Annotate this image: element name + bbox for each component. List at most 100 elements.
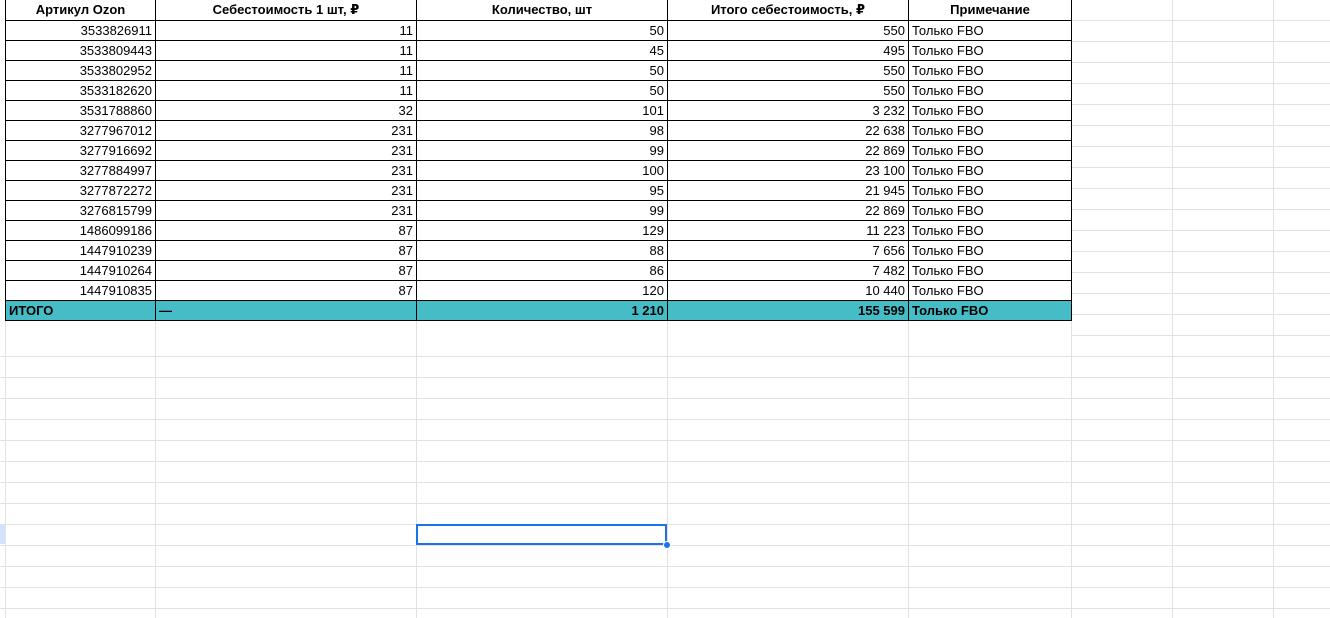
total-cost-cell[interactable]: 550 [667,19,909,41]
unit-cost-cell[interactable]: 87 [155,219,417,241]
note-cell[interactable]: Только FBO [908,119,1072,141]
table-row: 1486099186 87 129 11 223 Только FBO [5,219,1072,241]
article-cell[interactable]: 3277884997 [5,159,156,181]
gridline [0,503,1330,504]
unit-cost-cell[interactable]: 231 [155,119,417,141]
spreadsheet-grid[interactable]: Артикул Ozon Себестоимость 1 шт, ₽ Колич… [0,0,1330,618]
column-header-unit-cost[interactable]: Себестоимость 1 шт, ₽ [155,0,417,21]
column-header-quantity[interactable]: Количество, шт [416,0,668,21]
note-cell[interactable]: Только FBO [908,199,1072,221]
note-cell[interactable]: Только FBO [908,59,1072,81]
quantity-cell[interactable]: 95 [416,179,668,201]
column-header-note[interactable]: Примечание [908,0,1072,21]
table-row: 1447910835 87 120 10 440 Только FBO [5,279,1072,301]
quantity-cell[interactable]: 45 [416,39,668,61]
active-cell-selection[interactable] [416,524,667,545]
unit-cost-cell[interactable]: 87 [155,259,417,281]
article-cell[interactable]: 3533802952 [5,59,156,81]
total-cost-sum-cell[interactable]: 155 599 [667,299,909,321]
article-cell[interactable]: 3531788860 [5,99,156,121]
article-cell[interactable]: 3533809443 [5,39,156,61]
total-cost-cell[interactable]: 22 869 [667,139,909,161]
note-cell[interactable]: Только FBO [908,139,1072,161]
note-cell[interactable]: Только FBO [908,179,1072,201]
total-cost-cell[interactable]: 22 869 [667,199,909,221]
table-row: 3533182620 11 50 550 Только FBO [5,79,1072,101]
total-cost-cell[interactable]: 7 656 [667,239,909,261]
note-cell[interactable]: Только FBO [908,219,1072,241]
total-cost-cell[interactable]: 11 223 [667,219,909,241]
quantity-cell[interactable]: 50 [416,59,668,81]
table-row: 3277884997 231 100 23 100 Только FBO [5,159,1072,181]
gridline [1071,335,1330,336]
unit-cost-cell[interactable]: 32 [155,99,417,121]
total-cost-cell[interactable]: 495 [667,39,909,61]
quantity-cell[interactable]: 50 [416,79,668,101]
quantity-cell[interactable]: 88 [416,239,668,261]
unit-cost-cell[interactable]: 11 [155,39,417,61]
article-cell[interactable]: 3277967012 [5,119,156,141]
article-cell[interactable]: 3277916692 [5,139,156,161]
column-header-total-cost[interactable]: Итого себестоимость, ₽ [667,0,909,21]
total-label-cell[interactable]: ИТОГО [5,299,156,321]
note-cell[interactable]: Только FBO [908,159,1072,181]
quantity-cell[interactable]: 98 [416,119,668,141]
total-cost-cell[interactable]: 550 [667,59,909,81]
gridline [0,461,1330,462]
quantity-cell[interactable]: 99 [416,139,668,161]
note-cell[interactable]: Только FBO [908,39,1072,61]
note-cell[interactable]: Только FBO [908,99,1072,121]
note-cell[interactable]: Только FBO [908,279,1072,301]
total-cost-cell[interactable]: 21 945 [667,179,909,201]
total-quantity-cell[interactable]: 1 210 [416,299,668,321]
quantity-cell[interactable]: 100 [416,159,668,181]
quantity-cell[interactable]: 86 [416,259,668,281]
article-cell[interactable]: 3276815799 [5,199,156,221]
unit-cost-cell[interactable]: 11 [155,79,417,101]
table-row: 1447910264 87 86 7 482 Только FBO [5,259,1072,281]
article-cell[interactable]: 3533826911 [5,19,156,41]
gridline [1071,41,1330,42]
total-cost-cell[interactable]: 550 [667,79,909,101]
unit-cost-cell[interactable]: 231 [155,139,417,161]
article-cell[interactable]: 1447910239 [5,239,156,261]
quantity-cell[interactable]: 50 [416,19,668,41]
total-cost-cell[interactable]: 23 100 [667,159,909,181]
total-note-cell[interactable]: Только FBO [908,299,1072,321]
unit-cost-cell[interactable]: 231 [155,159,417,181]
quantity-cell[interactable]: 101 [416,99,668,121]
gridline [1071,83,1330,84]
gridline [1071,125,1330,126]
unit-cost-cell[interactable]: 231 [155,179,417,201]
article-cell[interactable]: 3533182620 [5,79,156,101]
article-cell[interactable]: 1486099186 [5,219,156,241]
note-cell[interactable]: Только FBO [908,19,1072,41]
article-cell[interactable]: 1447910264 [5,259,156,281]
unit-cost-cell[interactable]: 87 [155,279,417,301]
note-cell[interactable]: Только FBO [908,259,1072,281]
quantity-cell[interactable]: 129 [416,219,668,241]
article-cell[interactable]: 3277872272 [5,179,156,201]
table-row: 3276815799 231 99 22 869 Только FBO [5,199,1072,221]
total-unit-cost-cell[interactable]: — [155,299,417,321]
total-cost-cell[interactable]: 3 232 [667,99,909,121]
unit-cost-cell[interactable]: 11 [155,59,417,81]
gridline [1071,293,1330,294]
note-cell[interactable]: Только FBO [908,239,1072,261]
unit-cost-cell[interactable]: 87 [155,239,417,261]
column-header-article[interactable]: Артикул Ozon [5,0,156,21]
gridline [0,398,1330,399]
unit-cost-cell[interactable]: 231 [155,199,417,221]
total-cost-cell[interactable]: 10 440 [667,279,909,301]
unit-cost-cell[interactable]: 11 [155,19,417,41]
note-cell[interactable]: Только FBO [908,79,1072,101]
total-cost-cell[interactable]: 7 482 [667,259,909,281]
fill-handle[interactable] [663,541,671,549]
quantity-cell[interactable]: 120 [416,279,668,301]
gridline [1071,167,1330,168]
quantity-cell[interactable]: 99 [416,199,668,221]
total-cost-cell[interactable]: 22 638 [667,119,909,141]
article-cell[interactable]: 1447910835 [5,279,156,301]
gridline [1071,251,1330,252]
table-row: 3277872272 231 95 21 945 Только FBO [5,179,1072,201]
